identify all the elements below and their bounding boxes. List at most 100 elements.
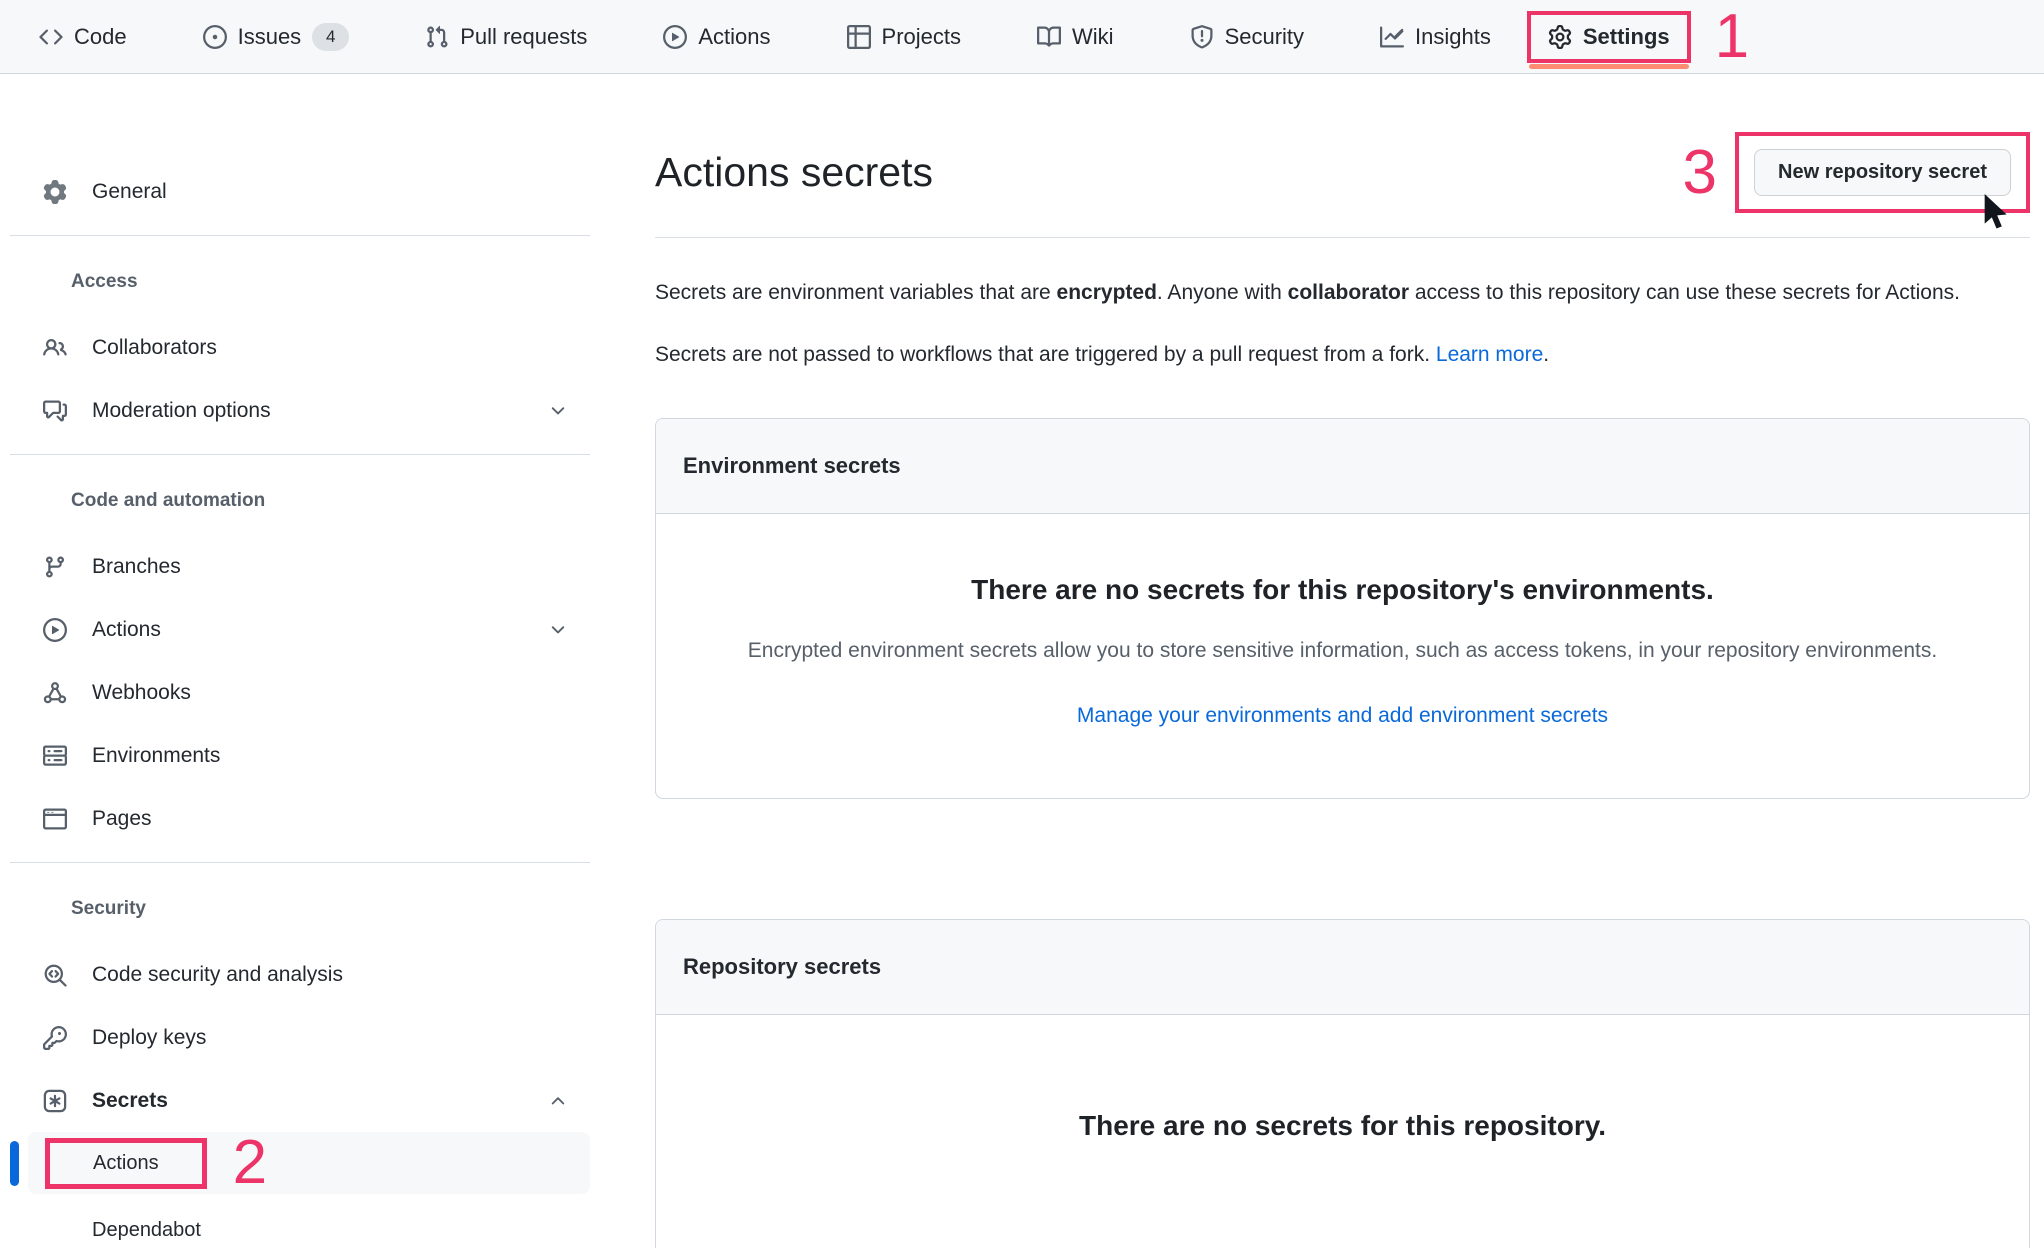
repository-secrets-empty-state: There are no secrets for this repository… (656, 1015, 2029, 1248)
manage-environments-link[interactable]: Manage your environments and add environ… (1077, 704, 1608, 728)
tab-code[interactable]: Code (39, 24, 127, 50)
annotation-number-3: 3 (1683, 142, 1717, 204)
graph-icon (1380, 25, 1404, 49)
chevron-down-icon[interactable] (548, 401, 568, 421)
sidebar-subitem-secrets-actions[interactable]: Actions 2 (28, 1132, 590, 1194)
sidebar-section-security: Security (28, 887, 590, 931)
tab-label: Code (74, 24, 127, 50)
intro-bold-collaborator: collaborator (1288, 281, 1409, 304)
sidebar-item-branches[interactable]: Branches (28, 535, 590, 598)
sidebar-item-actions[interactable]: Actions (28, 598, 590, 661)
gear-icon (1548, 25, 1572, 49)
fork-note-segment: . (1543, 343, 1549, 366)
repo-tab-bar: Code Issues 4 Pull requests Actions Proj… (0, 0, 2044, 74)
page-title: Actions secrets (655, 149, 933, 196)
tab-label: Pull requests (460, 24, 587, 50)
sidebar-divider (10, 235, 590, 236)
tab-label: Projects (882, 24, 961, 50)
sidebar-section-access: Access (28, 260, 590, 304)
sidebar-item-label: Actions (92, 618, 161, 642)
tab-security[interactable]: Security (1190, 24, 1304, 50)
sidebar-divider (10, 454, 590, 455)
issues-count-badge: 4 (312, 23, 349, 51)
environment-secrets-header: Environment secrets (656, 419, 2029, 514)
sidebar-item-secrets[interactable]: Secrets (28, 1069, 590, 1132)
sidebar-item-pages[interactable]: Pages (28, 787, 590, 850)
tab-issues[interactable]: Issues 4 (203, 23, 350, 51)
sidebar-item-general[interactable]: General (28, 160, 590, 223)
learn-more-link[interactable]: Learn more (1436, 343, 1543, 366)
tab-label: Issues (238, 24, 302, 50)
git-branch-icon (43, 555, 67, 579)
sidebar-subitem-label: Actions (93, 1152, 159, 1174)
issue-opened-icon (203, 25, 227, 49)
intro-segment: access to this repository can use these … (1409, 281, 1960, 304)
sidebar-subitem-label: Dependabot (92, 1219, 201, 1242)
environment-secrets-card: Environment secrets There are no secrets… (655, 418, 2030, 799)
sidebar-item-label: Moderation options (92, 399, 271, 423)
fork-note-text: Secrets are not passed to workflows that… (655, 334, 2030, 376)
tab-label: Actions (698, 24, 770, 50)
sidebar-item-label: Deploy keys (92, 1026, 206, 1050)
repository-secrets-card: Repository secrets There are no secrets … (655, 919, 2030, 1248)
shield-icon (1190, 25, 1214, 49)
sidebar-item-webhooks[interactable]: Webhooks (28, 661, 590, 724)
settings-sidebar: General Access Collaborators Moderation … (0, 74, 620, 1248)
sidebar-section-code-and-automation: Code and automation (28, 479, 590, 523)
fork-note-segment: Secrets are not passed to workflows that… (655, 343, 1436, 366)
sidebar-item-label: Environments (92, 744, 220, 768)
play-icon (43, 618, 67, 642)
intro-segment: . Anyone with (1157, 281, 1288, 304)
asterisk-box-icon (43, 1089, 67, 1113)
sidebar-item-code-security-and-analysis[interactable]: Code security and analysis (28, 943, 590, 1006)
sidebar-subitem-secrets-dependabot[interactable]: Dependabot (28, 1208, 590, 1248)
sidebar-item-label: Pages (92, 807, 152, 831)
sidebar-item-moderation-options[interactable]: Moderation options (28, 379, 590, 442)
annotation-box-settings-tab: Settings (1527, 11, 1691, 63)
play-icon (663, 25, 687, 49)
environment-secrets-empty-state: There are no secrets for this repository… (656, 514, 2029, 798)
sidebar-item-environments[interactable]: Environments (28, 724, 590, 787)
mouse-cursor-icon (1976, 191, 2016, 231)
sidebar-item-label: Branches (92, 555, 181, 579)
secrets-intro-text: Secrets are environment variables that a… (655, 272, 2030, 314)
tab-actions[interactable]: Actions (663, 24, 770, 50)
table-icon (847, 25, 871, 49)
tab-label: Insights (1415, 24, 1491, 50)
annotation-box-new-secret-button: New repository secret (1735, 132, 2030, 213)
intro-segment: Secrets are environment variables that a… (655, 281, 1057, 304)
tab-wiki[interactable]: Wiki (1037, 24, 1114, 50)
sidebar-item-label: Collaborators (92, 336, 217, 360)
tab-pull-requests[interactable]: Pull requests (425, 24, 587, 50)
chevron-up-icon[interactable] (548, 1091, 568, 1111)
gear-icon (43, 180, 67, 204)
sidebar-item-collaborators[interactable]: Collaborators (28, 316, 590, 379)
chevron-down-icon[interactable] (548, 620, 568, 640)
comment-discussion-icon (43, 399, 67, 423)
tab-label: Wiki (1072, 24, 1114, 50)
actions-secrets-page: Actions secrets 3 New repository secret … (655, 74, 2030, 1248)
sidebar-item-label: Secrets (92, 1089, 168, 1113)
tab-insights[interactable]: Insights (1380, 24, 1491, 50)
webhook-icon (43, 681, 67, 705)
sidebar-divider (10, 862, 590, 863)
environment-secrets-empty-title: There are no secrets for this repository… (696, 574, 1989, 606)
sidebar-item-deploy-keys[interactable]: Deploy keys (28, 1006, 590, 1069)
annotation-number-1: 1 (1715, 6, 1749, 68)
book-icon (1037, 25, 1061, 49)
tab-projects[interactable]: Projects (847, 24, 961, 50)
repository-secrets-header: Repository secrets (656, 920, 2029, 1015)
intro-bold-encrypted: encrypted (1057, 281, 1157, 304)
tab-label: Settings (1583, 24, 1670, 50)
sidebar-item-label: Code security and analysis (92, 963, 343, 987)
pull-request-icon (425, 25, 449, 49)
new-repository-secret-button[interactable]: New repository secret (1754, 149, 2011, 196)
people-icon (43, 336, 67, 360)
tab-settings[interactable]: Settings (1548, 24, 1670, 50)
annotation-number-2: 2 (233, 1132, 267, 1194)
repository-secrets-empty-title: There are no secrets for this repository… (696, 1110, 1989, 1142)
key-icon (43, 1026, 67, 1050)
server-icon (43, 744, 67, 768)
sidebar-item-label: Webhooks (92, 681, 191, 705)
environment-secrets-empty-description: Encrypted environment secrets allow you … (735, 630, 1950, 672)
